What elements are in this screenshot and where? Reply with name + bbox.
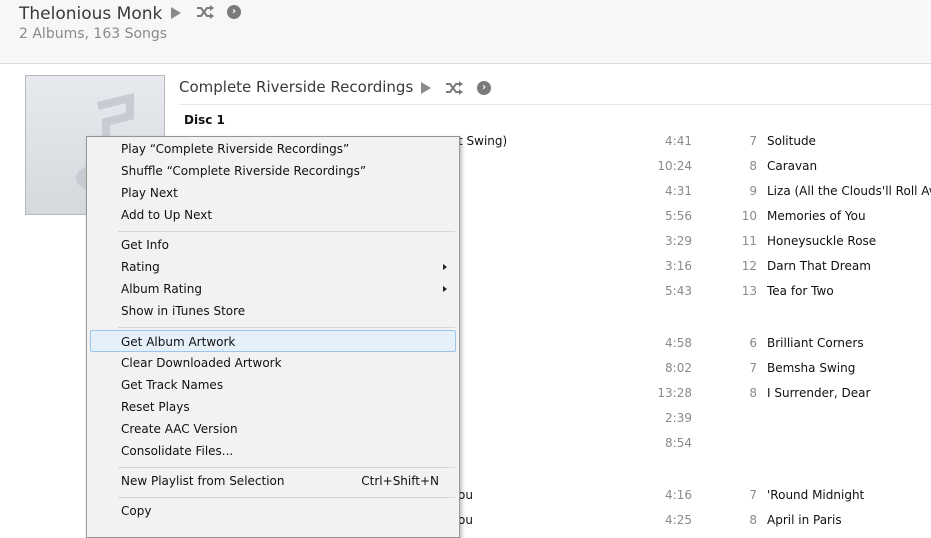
track-duration: 4:25 [665,513,692,527]
track-number: 7 [749,361,757,375]
menu-item-label: Clear Downloaded Artwork [121,356,282,370]
menu-item-shuffle[interactable]: Shuffle “Complete Riverside Recordings” [90,160,456,182]
album-play-icon[interactable] [421,82,431,94]
menu-item-label: Show in iTunes Store [121,304,246,318]
menu-item-show-in-store[interactable]: Show in iTunes Store [90,300,456,322]
track-duration: 4:31 [665,184,692,198]
disc-label: Disc 1 [184,113,225,127]
menu-item-label: Get Album Artwork [121,335,236,349]
track-number: 6 [749,336,757,350]
track-duration: 8:54 [665,436,692,450]
menu-item-label: New Playlist from Selection [121,474,285,488]
album-more-icon[interactable]: › [477,81,491,95]
track-name: Brilliant Corners [767,336,864,350]
track-duration: 4:41 [665,134,692,148]
track-name: Solitude [767,134,816,148]
menu-item-consolidate-files[interactable]: Consolidate Files... [90,440,456,462]
track-name: Caravan [767,159,818,173]
artist-header: Thelonious Monk 2 Albums, 163 Songs › [0,0,931,64]
menu-item-label: Play “Complete Riverside Recordings” [121,142,350,156]
artist-title: Thelonious Monk [19,4,163,24]
track-duration: 10:24 [657,159,692,173]
track-duration: 4:58 [665,336,692,350]
context-menu: Play “Complete Riverside Recordings” Shu… [86,136,460,538]
track-name: Darn That Dream [767,259,871,273]
divider [179,104,931,105]
track-duration: 8:02 [665,361,692,375]
submenu-arrow-icon [443,286,447,292]
menu-item-new-playlist-from-selection[interactable]: New Playlist from Selection Ctrl+Shift+N [90,470,456,492]
track-name: April in Paris [767,513,842,527]
menu-item-label: Play Next [121,186,178,200]
menu-item-copy[interactable]: Copy [90,500,456,522]
menu-item-get-track-names[interactable]: Get Track Names [90,374,456,396]
menu-item-add-to-up-next[interactable]: Add to Up Next [90,204,456,226]
menu-item-label: Add to Up Next [121,208,213,222]
menu-item-get-album-artwork[interactable]: Get Album Artwork [90,330,456,352]
menu-item-clear-downloaded-artwork[interactable]: Clear Downloaded Artwork [90,352,456,374]
track-name: Honeysuckle Rose [767,234,877,248]
track-number: 13 [741,284,757,298]
menu-item-label: Get Info [121,238,169,252]
track-name: Bemsha Swing [767,361,856,375]
submenu-arrow-icon [443,264,447,270]
menu-separator [118,327,455,328]
menu-item-album-rating[interactable]: Album Rating [90,278,456,300]
track-duration: 5:56 [665,209,692,223]
menu-item-create-aac-version[interactable]: Create AAC Version [90,418,456,440]
track-number: 8 [749,159,757,173]
track-name: I Surrender, Dear [767,386,871,400]
menu-item-reset-plays[interactable]: Reset Plays [90,396,456,418]
menu-item-label: Album Rating [121,282,202,296]
track-name-partial[interactable]: ou [458,511,473,529]
menu-item-play-next[interactable]: Play Next [90,182,456,204]
track-duration: 4:16 [665,488,692,502]
menu-item-label: Reset Plays [121,400,190,414]
track-name: Memories of You [767,209,866,223]
track-duration: 13:28 [657,386,692,400]
menu-item-rating[interactable]: Rating [90,256,456,278]
album-shuffle-icon[interactable] [445,81,463,95]
menu-item-label: Copy [121,504,152,518]
track-duration: 3:29 [665,234,692,248]
menu-separator [118,231,455,232]
track-duration: 3:16 [665,259,692,273]
menu-item-get-info[interactable]: Get Info [90,234,456,256]
artist-summary: 2 Albums, 163 Songs [19,26,168,42]
menu-item-label: Create AAC Version [121,422,238,436]
track-name: Liza (All the Clouds'll Roll Av [767,184,931,198]
more-icon[interactable]: › [227,5,241,19]
shuffle-icon[interactable] [196,5,214,19]
menu-item-label: Consolidate Files... [121,444,234,458]
track-duration: 5:43 [665,284,692,298]
track-number: 12 [741,259,757,273]
track-number: 7 [749,488,757,502]
menu-separator [118,497,455,498]
track-number: 8 [749,386,757,400]
track-duration: 2:39 [665,411,692,425]
menu-item-play[interactable]: Play “Complete Riverside Recordings” [90,138,456,160]
track-number: 10 [741,209,757,223]
track-name: 'Round Midnight [767,488,865,502]
track-name: Tea for Two [767,284,834,298]
menu-separator [118,467,455,468]
track-number: 11 [741,234,757,248]
track-number: 9 [749,184,757,198]
track-number: 7 [749,134,757,148]
track-name-partial[interactable]: t Swing) [458,132,507,150]
menu-item-shortcut: Ctrl+Shift+N [361,474,439,488]
track-name-partial[interactable]: ou [458,486,473,504]
album-title: Complete Riverside Recordings [179,78,414,96]
track-number: 8 [749,513,757,527]
menu-item-label: Get Track Names [121,378,224,392]
menu-item-label: Shuffle “Complete Riverside Recordings” [121,164,367,178]
play-icon[interactable] [171,7,181,19]
menu-item-label: Rating [121,260,160,274]
